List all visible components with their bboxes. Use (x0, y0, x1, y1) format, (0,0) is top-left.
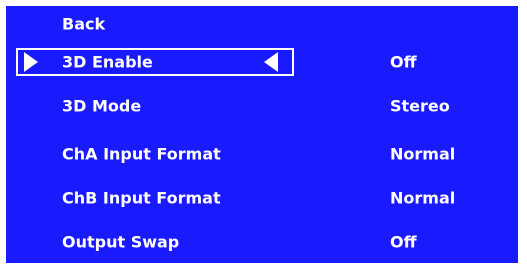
menu-item-label: Output Swap (62, 232, 180, 252)
selection-highlight (16, 48, 294, 76)
menu-item-label: ChB Input Format (62, 188, 221, 208)
menu-item-back[interactable]: Back (6, 6, 518, 42)
menu-item-value[interactable]: Normal (390, 145, 455, 164)
menu-item-value[interactable]: Off (390, 233, 417, 252)
menu-item-value[interactable]: Stereo (390, 97, 450, 116)
osd-menu-panel: Back 3D Enable Off 3D Mode Stereo ChA In… (4, 4, 520, 265)
menu-item-value[interactable]: Normal (390, 189, 455, 208)
triangle-right-icon (24, 52, 38, 72)
menu-item-value[interactable]: Off (390, 53, 417, 72)
menu-item-3d-mode[interactable]: 3D Mode Stereo (6, 88, 518, 124)
menu-item-output-swap[interactable]: Output Swap Off (6, 224, 518, 260)
menu-item-label: Back (62, 14, 106, 34)
menu-item-cha-input-format[interactable]: ChA Input Format Normal (6, 136, 518, 172)
triangle-left-icon (264, 52, 278, 72)
menu-item-3d-enable[interactable]: 3D Enable Off (6, 44, 518, 80)
menu-item-label: 3D Enable (62, 52, 153, 72)
menu-item-chb-input-format[interactable]: ChB Input Format Normal (6, 180, 518, 216)
menu-item-label: ChA Input Format (62, 144, 221, 164)
menu-item-label: 3D Mode (62, 96, 142, 116)
